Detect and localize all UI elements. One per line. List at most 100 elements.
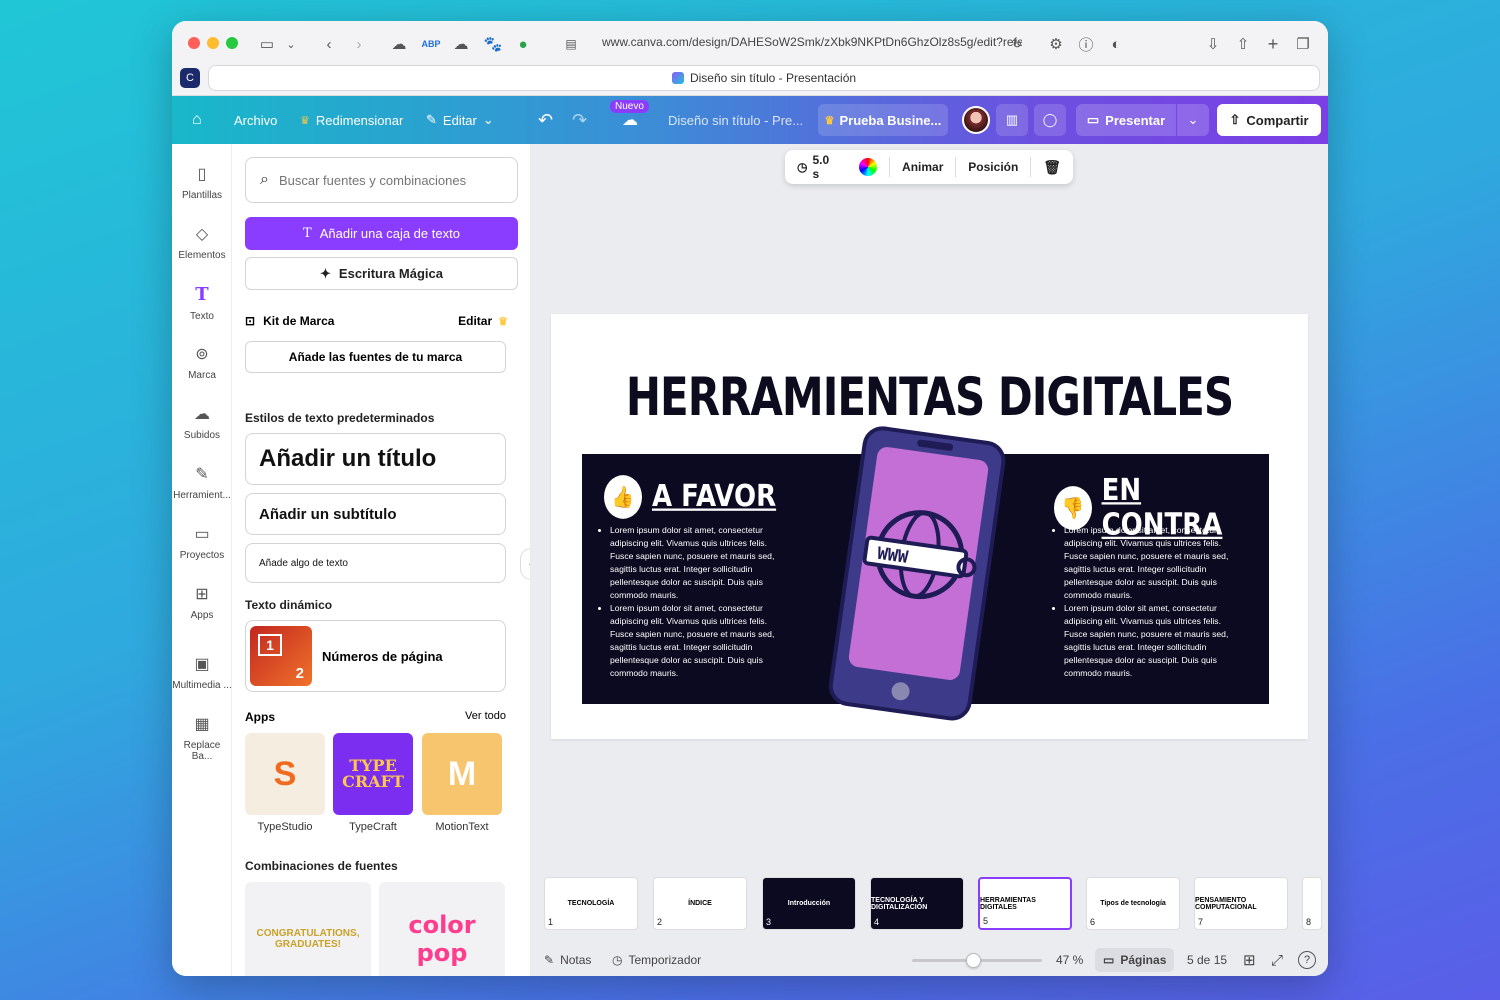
edit-menu[interactable]: ✎ Editar ⌄ (426, 96, 494, 144)
share-icon[interactable]: ⇧ (1232, 33, 1254, 55)
fullscreen-icon[interactable]: ⤢ (1271, 952, 1283, 969)
page-thumb-8[interactable]: 8 (1302, 877, 1322, 930)
resize-button[interactable]: ♛ Redimensionar (300, 96, 403, 144)
page-thumb-7[interactable]: PENSAMIENTO COMPUTACIONAL 7 (1194, 877, 1288, 930)
duration-button[interactable]: ◷ 5.0 s (785, 153, 847, 181)
rail-item-templates[interactable]: ▯ Plantillas (172, 164, 232, 201)
slide-title[interactable]: HERRAMIENTAS DIGITALES (551, 366, 1308, 427)
rail-item-text[interactable]: T Texto (172, 284, 232, 322)
download-icon[interactable]: ⇩ (1202, 33, 1224, 55)
pros-bullets[interactable]: Lorem ipsum dolor sit amet, consectetur … (600, 524, 790, 680)
animate-button[interactable]: Animar (890, 157, 955, 177)
pages-button[interactable]: ▭ Páginas (1095, 948, 1175, 972)
crown-icon: ♛ (498, 315, 508, 328)
rail-item-brand[interactable]: ⊚ Marca (172, 344, 232, 381)
add-body-text-button[interactable]: Añade algo de texto (245, 543, 506, 583)
page-thumb-6[interactable]: Tipos de tecnología 6 (1086, 877, 1180, 930)
forward-icon[interactable]: › (348, 33, 370, 55)
share-button[interactable]: ⇧ Compartir (1217, 104, 1321, 136)
page-thumb-5-selected[interactable]: HERRAMIENTAS DIGITALES 5 (978, 877, 1072, 930)
rail-item-media[interactable]: ▣ Multimedia ... (172, 654, 232, 691)
chevron-down-icon: ⌄ (1187, 112, 1199, 127)
add-brand-fonts-button[interactable]: Añade las fuentes de tu marca (245, 341, 506, 373)
rail-item-projects[interactable]: ▭ Proyectos (172, 524, 232, 561)
rail-item-tools[interactable]: ✎ Herramient... (172, 464, 232, 501)
resize-label: Redimensionar (315, 112, 404, 128)
trash-icon[interactable]: 🗑 (1031, 157, 1073, 177)
color-button[interactable] (847, 157, 889, 177)
info-icon[interactable]: ⓘ (1075, 33, 1097, 55)
sidebar-toggle-icon[interactable]: ▭ (256, 33, 278, 55)
rail-item-replace-bg[interactable]: ▦ Replace Ba... (172, 714, 232, 762)
slide-canvas[interactable]: HERRAMIENTAS DIGITALES 👍 A FAVOR Lorem i… (551, 314, 1308, 739)
comments-button[interactable]: ◯ (1034, 104, 1066, 136)
rail-label: Multimedia ... (172, 680, 232, 691)
present-button[interactable]: ▭ Presentar (1076, 104, 1176, 136)
url-bar[interactable]: www.canva.com/design/DAHESoW2Smk/zXbk9NK… (602, 35, 1022, 53)
pros-heading[interactable]: 👍 A FAVOR (604, 475, 776, 519)
archivo-menu[interactable]: Archivo (234, 96, 277, 144)
magic-write-button[interactable]: ✦ Escritura Mágica (245, 257, 518, 290)
rail-item-apps[interactable]: ⊞ Apps (172, 584, 232, 621)
chevron-down-icon[interactable]: ⌄ (280, 33, 302, 55)
cloud-save-icon[interactable]: ☁ (622, 96, 638, 144)
app-typecraft[interactable]: TYPE CRAFT (333, 733, 413, 815)
page-thumb-1[interactable]: TECNOLOGÍA 1 (544, 877, 638, 930)
business-trial-button[interactable]: ♛ Prueba Busine... (818, 104, 948, 136)
reader-icon[interactable]: ▤ (560, 33, 582, 55)
brand-edit-link[interactable]: Editar ♛ (458, 314, 508, 328)
add-title-button[interactable]: Añadir un título (245, 433, 506, 485)
zoom-slider-handle[interactable] (966, 952, 982, 968)
add-text-box-button[interactable]: T Añadir una caja de texto (245, 217, 518, 250)
insights-button[interactable]: ▥ (996, 104, 1028, 136)
canva-tab-app-icon[interactable]: C (180, 68, 200, 88)
page-numbers-button[interactable]: 1 2 Números de página (245, 620, 506, 692)
see-all-link[interactable]: Ver todo (465, 710, 506, 724)
grid-view-icon[interactable]: ⊞ (1243, 951, 1256, 969)
home-icon[interactable]: ⌂ (192, 96, 202, 144)
back-icon[interactable]: ‹ (318, 33, 340, 55)
avatar[interactable] (962, 106, 990, 134)
app-typestudio[interactable]: S (245, 733, 325, 815)
templates-icon: ▯ (197, 166, 207, 183)
font-combo-color-pop[interactable]: color pop (379, 882, 505, 976)
app-motiontext[interactable]: M (422, 733, 502, 815)
maximize-window-button[interactable] (226, 37, 238, 49)
font-combo-graduates[interactable]: CONGRATULATIONS, GRADUATES! (245, 882, 371, 976)
new-tab-icon[interactable]: + (1262, 33, 1284, 55)
notes-button[interactable]: ✎ Notas (544, 953, 591, 967)
page-thumb-3[interactable]: Introducción 3 (762, 877, 856, 930)
paw-icon[interactable]: 🐾 (482, 33, 504, 55)
reload-icon[interactable]: ↻ (1006, 33, 1028, 55)
tabs-overview-icon[interactable]: ❐ (1292, 33, 1314, 55)
zoom-slider[interactable] (912, 952, 1042, 968)
phone-illustration[interactable]: WWW (819, 424, 1009, 724)
font-search[interactable]: ⌕ (245, 157, 518, 203)
tab-title: Diseño sin título - Presentación (689, 71, 857, 85)
extension-icon[interactable]: ● (512, 33, 534, 55)
close-window-button[interactable] (188, 37, 200, 49)
cons-bullets[interactable]: Lorem ipsum dolor sit amet, consectetur … (1054, 524, 1244, 680)
position-button[interactable]: Posición (956, 157, 1030, 177)
page-thumb-4[interactable]: TECNOLOGÍA Y DIGITALIZACIÓN 4 (870, 877, 964, 930)
gear-icon[interactable]: ⚙ (1045, 33, 1067, 55)
tab-active[interactable]: Diseño sin título - Presentación (208, 65, 1320, 91)
adblock-icon[interactable]: ABP (420, 33, 442, 55)
rail-item-elements[interactable]: ◇ Elementos (172, 224, 232, 261)
comment-icon: ◯ (1042, 112, 1058, 127)
cloud-icon[interactable]: ☁ (388, 33, 410, 55)
rail-item-uploads[interactable]: ☁ Subidos (172, 404, 232, 441)
undo-icon[interactable]: ↶ (538, 96, 553, 144)
cloud-outline-icon[interactable]: ☁ (450, 33, 472, 55)
redo-icon[interactable]: ↷ (572, 96, 587, 144)
shield-icon[interactable]: ◐ (1105, 33, 1127, 55)
page-thumb-2[interactable]: ÍNDICE 2 (653, 877, 747, 930)
timer-button[interactable]: ◷ Temporizador (612, 953, 701, 967)
document-title[interactable]: Diseño sin título - Pre... (668, 96, 803, 144)
add-subtitle-button[interactable]: Añadir un subtítulo (245, 493, 506, 535)
zoom-level[interactable]: 47 % (1056, 953, 1083, 967)
minimize-window-button[interactable] (207, 37, 219, 49)
search-input[interactable] (278, 172, 499, 188)
help-icon[interactable]: ? (1298, 951, 1316, 969)
present-dropdown[interactable]: ⌄ (1177, 104, 1209, 136)
